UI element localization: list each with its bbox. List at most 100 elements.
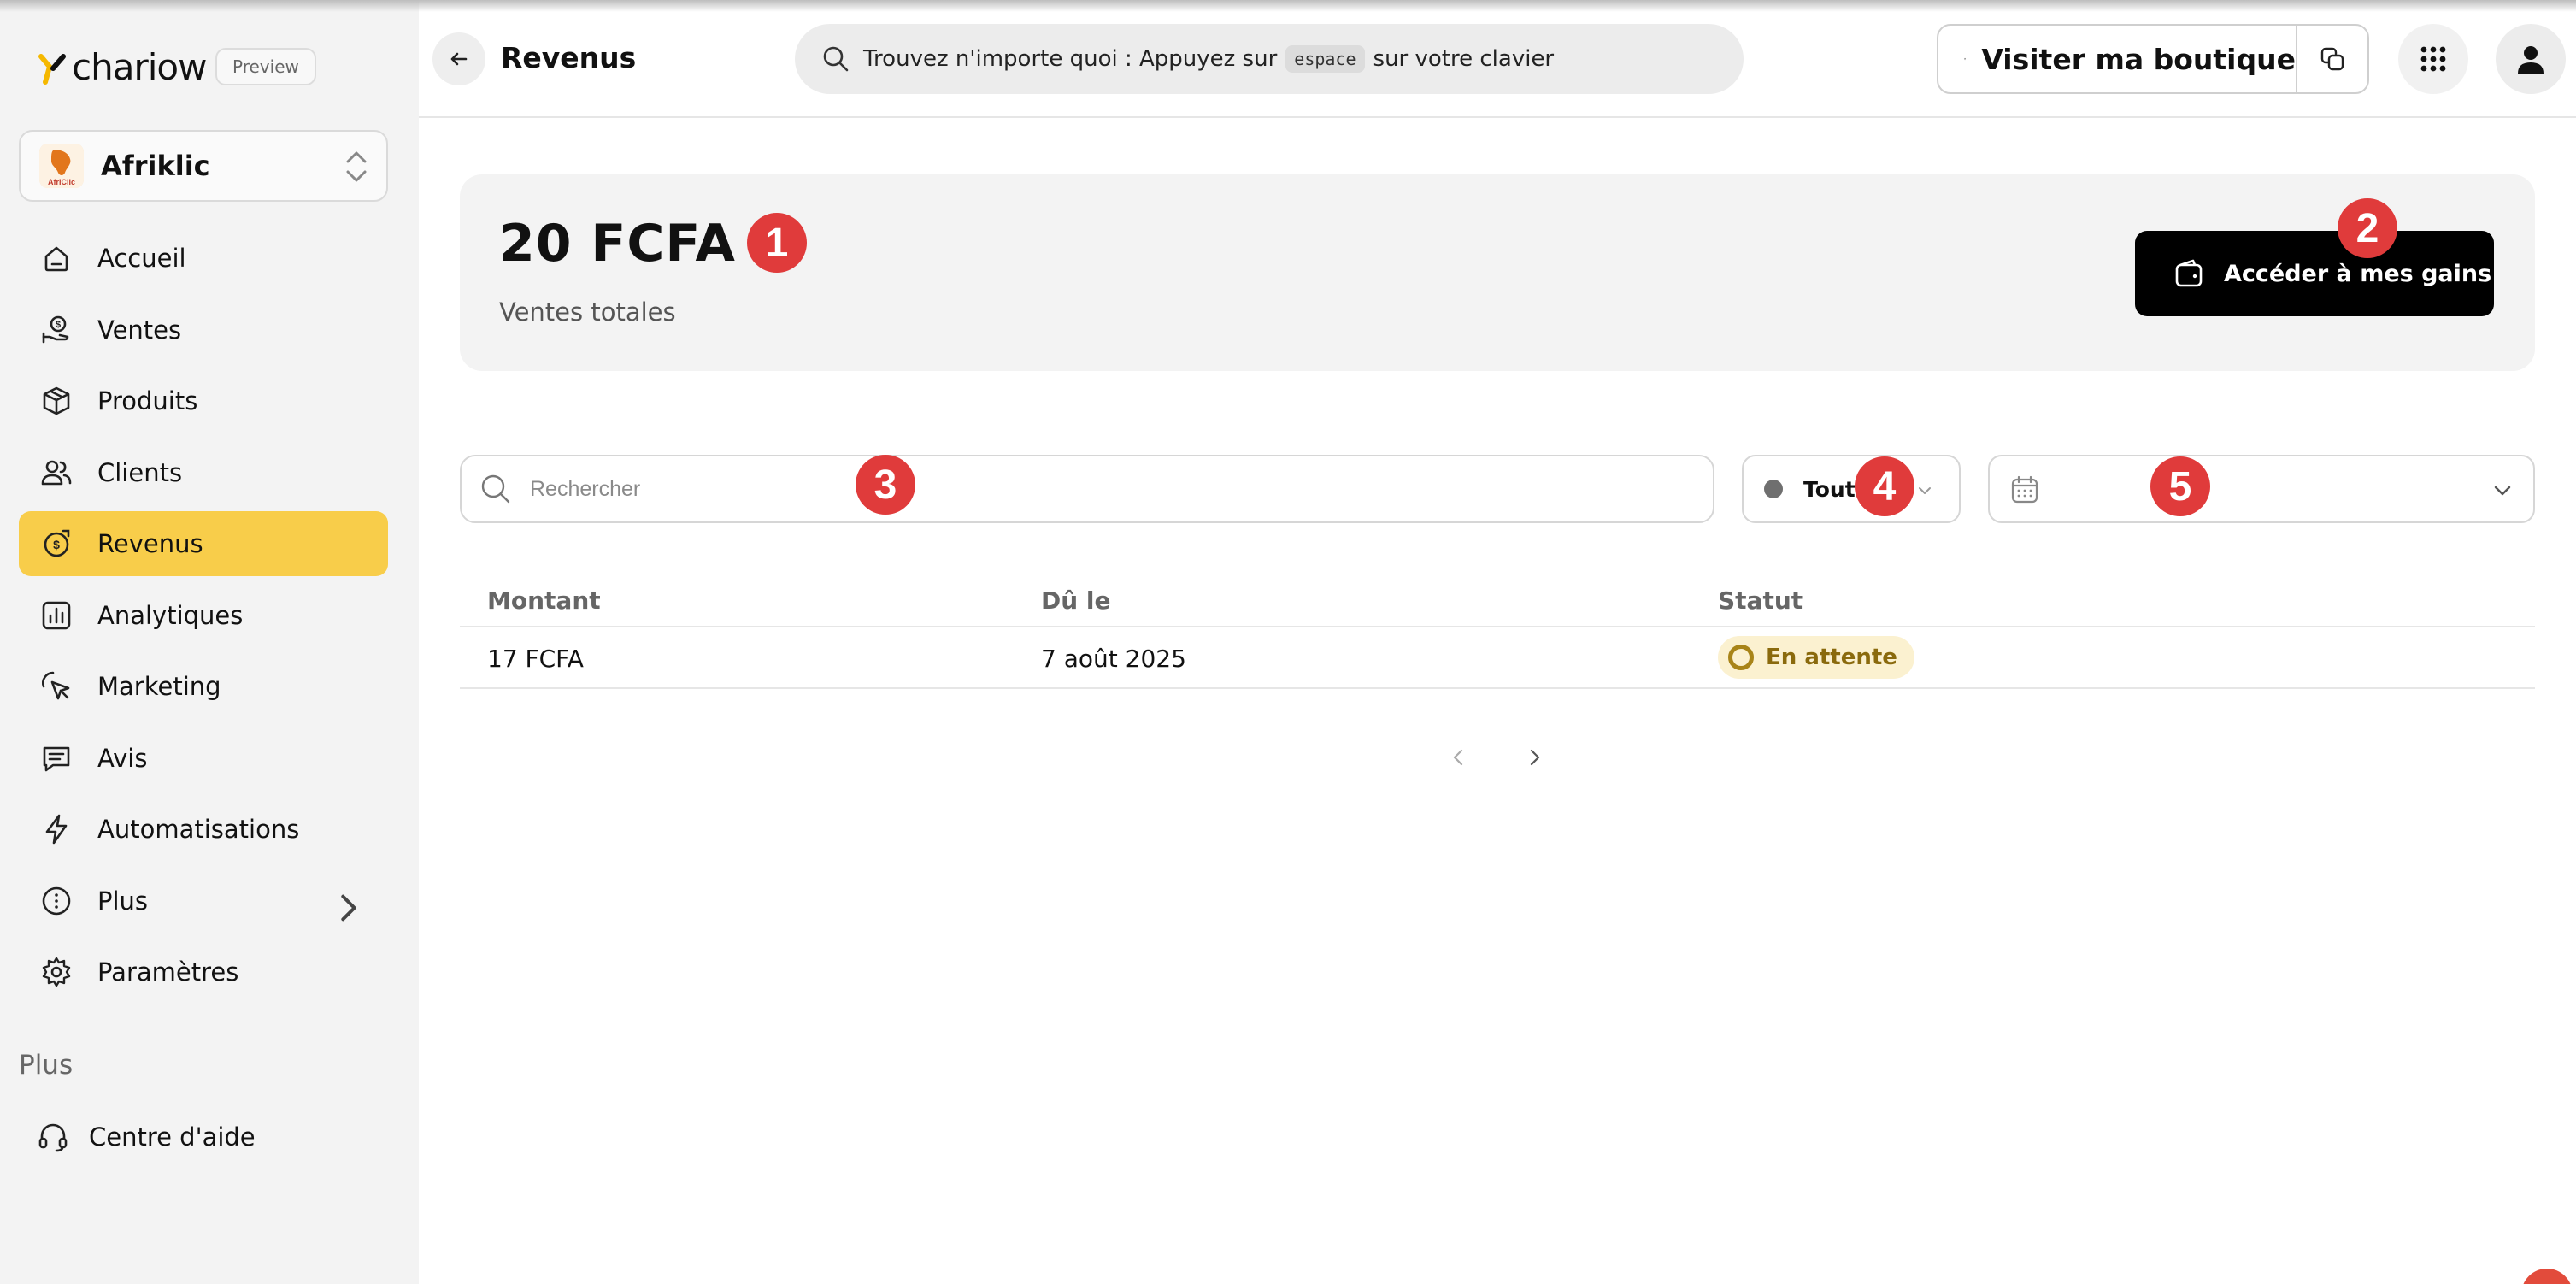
- home-icon: [44, 246, 68, 272]
- global-search-hint: Trouvez n'importe quoi : Appuyez sur esp…: [863, 45, 1554, 73]
- global-search-bar[interactable]: Trouvez n'importe quoi : Appuyez sur esp…: [795, 24, 1744, 94]
- column-header-due-date[interactable]: Dû le: [1041, 586, 1111, 615]
- chariow-logo-icon: [38, 48, 67, 85]
- sidebar-item-clients[interactable]: Clients: [19, 440, 388, 505]
- sidebar-item-label: Accueil: [97, 244, 186, 273]
- pagination-prev-button[interactable]: [1444, 740, 1473, 775]
- arrow-left-icon: [450, 52, 468, 66]
- top-fade: [0, 0, 2576, 12]
- svg-text:AfriClic: AfriClic: [48, 178, 75, 186]
- brand-name: chariow: [72, 45, 207, 88]
- annotation-marker-1: 1: [747, 213, 807, 273]
- sidebar-item-automatisations[interactable]: Automatisations: [19, 797, 388, 862]
- status-filter-select[interactable]: Tout: [1742, 455, 1961, 523]
- annotation-marker-3: 3: [856, 455, 915, 515]
- help-center-label: Centre d'aide: [89, 1122, 256, 1151]
- sidebar-item-avis[interactable]: Avis: [19, 726, 388, 791]
- more-circle-icon: [42, 886, 71, 915]
- sidebar-nav: Accueil $ Ventes Produits Clients $ Reve…: [19, 226, 388, 1011]
- sidebar-item-label: Ventes: [97, 315, 182, 345]
- sidebar: chariow Preview AfriClic Afriklic Accuei…: [0, 0, 419, 1284]
- store-logo: AfriClic: [39, 144, 84, 188]
- svg-text:$: $: [56, 320, 61, 330]
- sidebar-item-ventes[interactable]: $ Ventes: [19, 297, 388, 362]
- annotation-marker-2: 2: [2338, 198, 2397, 258]
- sidebar-item-label: Analytiques: [97, 600, 244, 630]
- store-name: Afriklic: [101, 150, 210, 182]
- search-icon: [481, 474, 510, 504]
- date-range-filter[interactable]: [1988, 455, 2535, 523]
- annotation-marker-5: 5: [2150, 456, 2210, 516]
- total-sales-label: Ventes totales: [499, 297, 676, 327]
- sidebar-item-analytiques[interactable]: Analytiques: [19, 583, 388, 648]
- grid-dots-icon: [2420, 46, 2446, 72]
- sidebar-item-label: Produits: [97, 386, 198, 415]
- access-earnings-label: Accéder à mes gains: [2224, 260, 2492, 287]
- status-badge: En attente: [1718, 636, 1914, 679]
- sidebar-item-plus[interactable]: Plus: [19, 869, 388, 934]
- column-header-status[interactable]: Statut: [1718, 586, 1803, 615]
- sidebar-item-parametres[interactable]: Paramètres: [19, 939, 388, 1004]
- status-badge-label: En attente: [1766, 645, 1897, 670]
- calendar-icon: [2011, 475, 2038, 504]
- row-amount: 17 FCFA: [487, 645, 584, 673]
- chevron-down-icon: [2494, 486, 2511, 496]
- annotation-marker-4: 4: [1855, 456, 1914, 516]
- sidebar-item-revenus[interactable]: $ Revenus: [19, 511, 388, 576]
- total-sales-value: 20 FCFA: [499, 214, 736, 274]
- headset-icon: [38, 1123, 68, 1152]
- sidebar-item-label: Avis: [97, 743, 148, 773]
- revenue-table: Montant Dû le Statut 17 FCFA 7 août 2025…: [460, 571, 2535, 689]
- sidebar-item-help-center[interactable]: Centre d'aide: [19, 1104, 388, 1169]
- sidebar-section-title: Plus: [19, 1050, 74, 1081]
- sidebar-item-label: Clients: [97, 457, 183, 487]
- sidebar-item-label: Automatisations: [97, 815, 300, 844]
- revenue-icon: $: [44, 529, 70, 557]
- lightning-icon: [45, 814, 68, 845]
- pagination-next-button[interactable]: [1520, 740, 1549, 775]
- visit-store-label: Visiter ma boutique: [1981, 42, 2296, 76]
- search-icon: [823, 46, 849, 72]
- users-icon: [41, 460, 72, 485]
- money-hand-icon: $: [42, 315, 69, 343]
- revenue-search-input[interactable]: [530, 476, 1641, 502]
- search-hint-prefix: Trouvez n'importe quoi : Appuyez sur: [863, 46, 1278, 72]
- row-due-date: 7 août 2025: [1041, 645, 1186, 673]
- sidebar-item-label: Plus: [97, 886, 149, 916]
- store-switcher[interactable]: AfriClic Afriklic: [19, 130, 388, 202]
- space-key-hint: espace: [1285, 45, 1365, 73]
- pending-ring-icon: [1728, 645, 1754, 670]
- box-icon: [43, 386, 70, 415]
- revenue-search-field[interactable]: [460, 455, 1714, 523]
- access-earnings-button[interactable]: Accéder à mes gains: [2135, 231, 2494, 316]
- visit-store-button[interactable]: Visiter ma boutique: [1937, 24, 2297, 94]
- chevron-right-icon: [1530, 749, 1540, 766]
- revenue-summary-card: 20 FCFA Ventes totales Accéder à mes gai…: [460, 174, 2535, 371]
- status-dot-icon: [1764, 480, 1783, 498]
- chevron-left-icon: [1453, 749, 1463, 766]
- page-title: Revenus: [501, 41, 637, 74]
- sidebar-item-label: Revenus: [97, 529, 203, 558]
- preview-badge: Preview: [215, 48, 316, 85]
- brand-logo[interactable]: chariow: [38, 44, 207, 89]
- floating-widget-button[interactable]: [2521, 1269, 2573, 1284]
- sidebar-item-label: Paramètres: [97, 957, 239, 987]
- column-header-amount[interactable]: Montant: [487, 586, 601, 615]
- status-filter-value: Tout: [1803, 476, 1856, 502]
- gear-icon: [42, 957, 71, 987]
- sidebar-item-accueil[interactable]: Accueil: [19, 226, 388, 291]
- user-avatar-button[interactable]: [2496, 24, 2566, 94]
- table-row[interactable]: 17 FCFA 7 août 2025 En attente: [460, 627, 2535, 689]
- sidebar-item-marketing[interactable]: Marketing: [19, 654, 388, 719]
- apps-grid-button[interactable]: [2398, 24, 2468, 94]
- search-hint-suffix: sur votre clavier: [1373, 46, 1555, 72]
- copy-link-button[interactable]: [2296, 24, 2369, 94]
- svg-text:$: $: [53, 538, 60, 551]
- copy-icon: [2320, 47, 2344, 71]
- storefront-icon: [1964, 58, 1967, 60]
- wallet-icon: [2175, 259, 2203, 287]
- updown-chevron-icon: [344, 147, 369, 186]
- sidebar-item-label: Marketing: [97, 672, 221, 701]
- back-button[interactable]: [432, 32, 485, 85]
- sidebar-item-produits[interactable]: Produits: [19, 368, 388, 433]
